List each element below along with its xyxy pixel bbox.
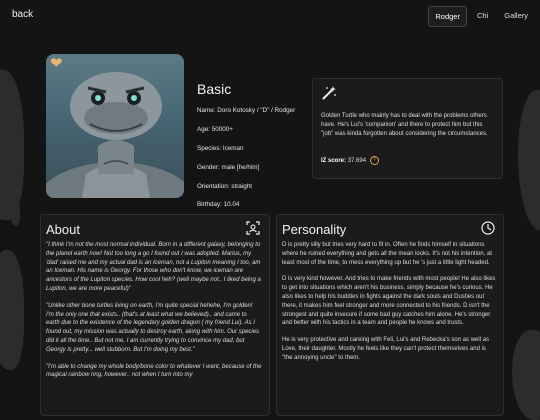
flame-decoration <box>0 250 24 370</box>
question-icon[interactable]: ? <box>369 156 379 165</box>
personality-paragraph: He is very protective and careing with F… <box>282 337 490 361</box>
personality-paragraph: D is pretty silly but tries very hard to… <box>282 242 492 266</box>
about-paragraph: "Unlike other bone turtles living on ear… <box>46 302 260 353</box>
id-card-icon <box>246 221 260 235</box>
iz-score: IZ score: 37.694 ? <box>321 156 379 165</box>
flame-decoration <box>512 330 540 420</box>
about-text: "I think I'm not the most normal individ… <box>46 241 262 388</box>
name-field: Name: Doro Kotosky / "D" / Rodger <box>197 107 296 114</box>
iz-score-value: 37.694 <box>347 158 367 165</box>
flame-decoration <box>518 90 540 230</box>
species-field: Species: Iceman <box>197 144 244 152</box>
about-paragraph: "I'm able to change my whole body/bone c… <box>46 363 262 379</box>
personality-text: D is pretty silly but tries very hard to… <box>282 241 498 371</box>
iz-score-label: IZ score: <box>321 158 347 165</box>
basic-title: Basic <box>197 81 232 97</box>
birthday-field: Birthday: 10.04 <box>197 201 240 209</box>
tab-gallery[interactable]: Gallery <box>498 6 534 27</box>
iz-card: Golden Turtle who mainly has to deal wit… <box>312 78 503 179</box>
about-paragraph: "I think I'm not the most normal individ… <box>46 242 261 292</box>
tab-bar: Rodger Chi Gallery <box>428 6 534 27</box>
basic-info-list: Name: Doro Kotosky / "D" / Rodger Age: 5… <box>197 107 295 220</box>
orientation-field: Orientation: straight <box>197 182 252 190</box>
tab-rodger[interactable]: Rodger <box>428 6 467 27</box>
personality-panel: Personality D is pretty silly but tries … <box>276 214 504 416</box>
gender-field: Gender: male [he/him] <box>197 163 260 171</box>
about-title: About <box>46 222 80 237</box>
flame-decoration <box>10 200 20 226</box>
heart-icon: ❤ <box>50 55 63 72</box>
personality-paragraph: D is very kind however. And tries to mak… <box>282 276 496 327</box>
tab-chi[interactable]: Chi <box>471 6 494 27</box>
clock-icon <box>481 221 495 235</box>
flame-decoration <box>0 70 24 220</box>
about-panel: About "I think I'm not the most normal i… <box>40 214 270 416</box>
top-navigation: back Rodger Chi Gallery <box>0 0 540 32</box>
iz-description: Golden Turtle who mainly has to deal wit… <box>321 113 488 137</box>
character-portrait <box>46 54 184 198</box>
personality-title: Personality <box>282 222 347 237</box>
age-field: Age: 50000+ <box>197 125 233 133</box>
magic-wand-icon <box>322 86 336 100</box>
back-button[interactable]: back <box>12 9 33 20</box>
